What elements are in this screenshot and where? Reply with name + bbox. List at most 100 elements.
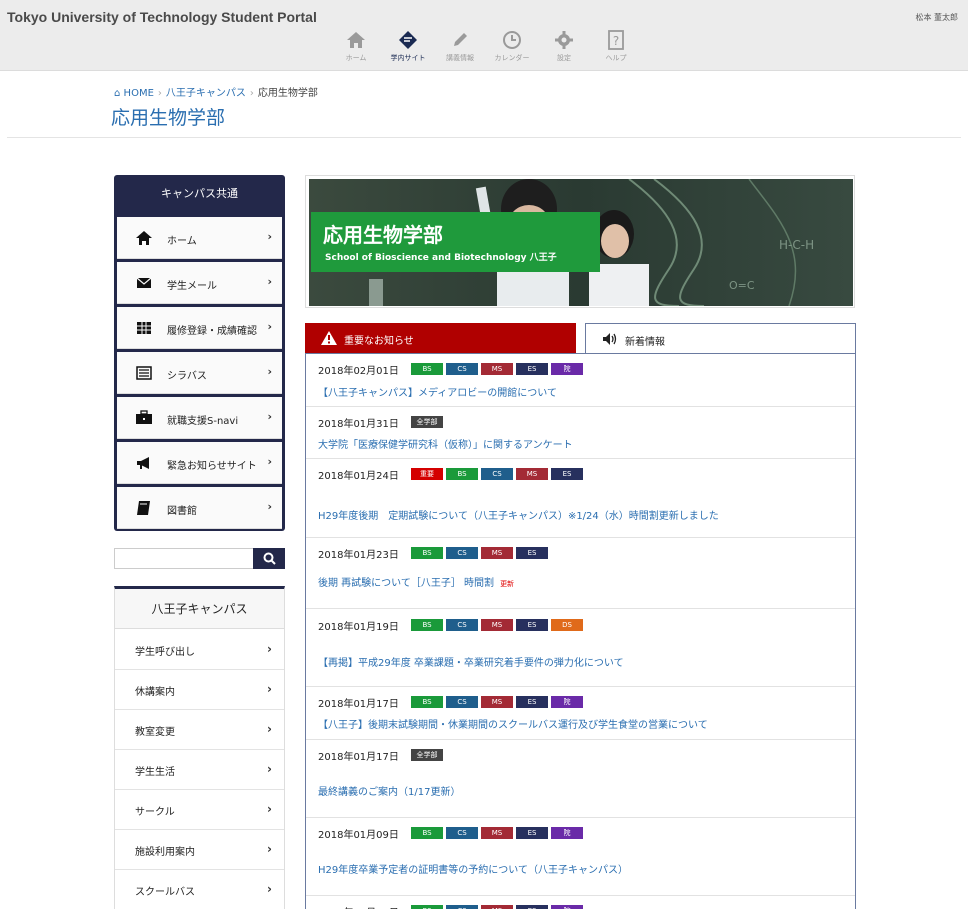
campus-item-syllabus[interactable]: シラバス ›	[117, 352, 282, 394]
news-link[interactable]: 【再掲】平成29年度 卒業課題・卒業研究着手要件の弾力化について	[318, 654, 624, 669]
search-input[interactable]	[114, 548, 253, 569]
site-title[interactable]: Tokyo University of Technology Student P…	[7, 9, 317, 25]
news-link[interactable]: H29年度後期 定期試験について（八王子キャンパス）※1/24（水）時間割更新し…	[318, 507, 719, 522]
breadcrumb-campus[interactable]: 八王子キャンパス	[166, 88, 246, 99]
svg-text:O=C: O=C	[729, 279, 755, 292]
campus-item-label: シラバス	[167, 371, 207, 382]
news-list: 2018年02月01日 BS CS MS ES 院【八王子キャンパス】メディアロビーの開館…	[305, 353, 856, 909]
news-tag: BS	[446, 468, 478, 480]
hachioji-item-label: 教室変更	[135, 727, 175, 738]
news-link[interactable]: H29年度卒業予定者の証明書等の予約について（八王子キャンパス）	[318, 861, 628, 876]
breadcrumb-separator: ›	[249, 88, 254, 99]
nav-help[interactable]: ? ヘルプ	[590, 30, 642, 63]
header-divider	[7, 137, 961, 138]
campus-item-label: 緊急お知らせサイト	[167, 461, 257, 472]
news-tags: BS CS MS ES	[411, 547, 551, 559]
briefcase-icon	[135, 410, 153, 426]
news-title: 最終講義のご案内（1/17更新）	[318, 787, 461, 798]
banner-title-en: School of Bioscience and Biotechnology 八…	[325, 253, 557, 263]
news-item: 2018年01月23日 BS CS MS ES 後期 再試験について［八王子］ 時間割 更新	[306, 538, 855, 609]
nav-calendar[interactable]: カレンダー	[486, 30, 538, 63]
news-date: 2018年01月09日	[318, 904, 399, 909]
news-link[interactable]: 大学院「医療保健学研究科（仮称）」に関するアンケート	[318, 436, 573, 451]
news-link[interactable]: 後期 再試験について［八王子］ 時間割 更新	[318, 574, 514, 589]
tab-news[interactable]: 新着情報	[585, 323, 856, 354]
search-button[interactable]	[253, 548, 285, 569]
tab-news-label: 新着情報	[625, 337, 665, 348]
chevron-right-icon: ›	[267, 882, 272, 896]
news-tag: CS	[446, 827, 478, 839]
campus-item-library[interactable]: 図書館 ›	[117, 487, 282, 529]
news-date: 2018年01月31日	[318, 419, 399, 430]
news-tags: BSCSMSES院	[411, 696, 586, 708]
hachioji-item-label: 学生生活	[135, 767, 175, 778]
news-tag: CS	[446, 619, 478, 631]
top-bar: Tokyo University of Technology Student P…	[0, 0, 968, 71]
updated-badge: 更新	[500, 580, 515, 588]
campus-item-student-mail[interactable]: 学生メール ›	[117, 262, 282, 304]
news-tags: 重要 BS CS MS ES	[411, 468, 586, 480]
gear-icon	[538, 30, 590, 52]
page-title: 応用生物学部	[111, 107, 226, 129]
breadcrumb-home[interactable]: ⌂ HOME	[114, 88, 154, 99]
hachioji-item-facilities[interactable]: 施設利用案内 ›	[115, 830, 284, 870]
news-date: 2018年02月01日	[318, 366, 399, 377]
hachioji-item-cancelled-classes[interactable]: 休講案内 ›	[115, 670, 284, 710]
news-date: 2018年01月17日	[318, 699, 399, 710]
nav-home[interactable]: ホーム	[330, 30, 382, 63]
hachioji-item-label: 休講案内	[135, 687, 175, 698]
news-tag: ES	[516, 547, 548, 559]
news-tag: BS	[411, 547, 443, 559]
news-link[interactable]: 【八王子】後期末試験期間・休業期間のスクールバス運行及び学生食堂の営業について	[318, 716, 708, 731]
chevron-right-icon: ›	[267, 275, 272, 288]
campus-common-menu: キャンパス共通 ホーム › 学生メール › 履修登録・成績確認 › シラバス ›…	[114, 175, 285, 531]
news-tag: 院	[551, 827, 583, 839]
chevron-right-icon: ›	[267, 230, 272, 243]
campus-item-registration[interactable]: 履修登録・成績確認 ›	[117, 307, 282, 349]
news-tags: BSCSMSES院	[411, 905, 586, 909]
news-link[interactable]: 【八王子キャンパス】メディアロビーの開館について	[318, 384, 557, 399]
home-icon: ⌂	[114, 88, 121, 99]
hachioji-item-student-call[interactable]: 学生呼び出し ›	[115, 630, 284, 670]
news-tag: CS	[446, 547, 478, 559]
news-item: 2018年01月17日 BS CS MS ES 院【八王子】後期末試験期間・休業期間のスク…	[306, 687, 855, 740]
nav-lecture-info[interactable]: 講義情報	[434, 30, 486, 63]
hachioji-item-school-bus[interactable]: スクールバス ›	[115, 870, 284, 909]
nav-settings[interactable]: 設定	[538, 30, 590, 63]
hachioji-item-room-change[interactable]: 教室変更 ›	[115, 710, 284, 750]
chevron-right-icon: ›	[267, 762, 272, 776]
campus-item-home[interactable]: ホーム ›	[117, 217, 282, 259]
nav-campus-site[interactable]: 学内サイト	[382, 30, 434, 63]
news-tag: MS	[481, 827, 513, 839]
news-title: 【八王子】後期末試験期間・休業期間のスクールバス運行及び学生食堂の営業について	[318, 720, 708, 731]
campus-item-emergency[interactable]: 緊急お知らせサイト ›	[117, 442, 282, 484]
department-banner: H-C-H O=C 応用生物学部 School of Bioscience an…	[305, 175, 855, 308]
hachioji-item-student-life[interactable]: 学生生活 ›	[115, 750, 284, 790]
news-tags: BSCSMSES院	[411, 363, 586, 375]
news-date: 2018年01月19日	[318, 622, 399, 633]
chevron-right-icon: ›	[267, 365, 272, 378]
news-link[interactable]: 最終講義のご案内（1/17更新）	[318, 783, 460, 798]
news-title: 【八王子キャンパス】メディアロビーの開館について	[318, 388, 557, 399]
campus-item-job-support[interactable]: 就職支援S-navi ›	[117, 397, 282, 439]
news-title: 後期 再試験について［八王子］ 時間割	[318, 578, 495, 589]
campus-item-label: 学生メール	[167, 281, 217, 292]
news-tags: 全学部	[411, 416, 446, 428]
news-date: 2018年01月17日	[318, 752, 399, 763]
nav-settings-label: 設定	[557, 54, 571, 62]
tab-important-notices[interactable]: 重要なお知らせ	[305, 323, 576, 354]
chevron-right-icon: ›	[267, 320, 272, 333]
nav-campus-site-label: 学内サイト	[390, 54, 426, 62]
news-tag: MS	[516, 468, 548, 480]
chevron-right-icon: ›	[267, 642, 272, 656]
news-tag: 全学部	[411, 416, 443, 428]
home-icon	[330, 30, 382, 52]
warning-icon	[321, 331, 337, 345]
user-name[interactable]: 松本 董太郎	[915, 12, 958, 23]
news-tags: BSCSMSES院	[411, 827, 586, 839]
news-tags: BS CS MS ES DS	[411, 619, 586, 631]
hachioji-item-circle[interactable]: サークル ›	[115, 790, 284, 830]
news-tag: BS	[411, 363, 443, 375]
list-icon	[135, 365, 153, 381]
news-item: 2018年02月01日 BS CS MS ES 院【八王子キャンパス】メディアロビーの開館…	[306, 354, 855, 407]
